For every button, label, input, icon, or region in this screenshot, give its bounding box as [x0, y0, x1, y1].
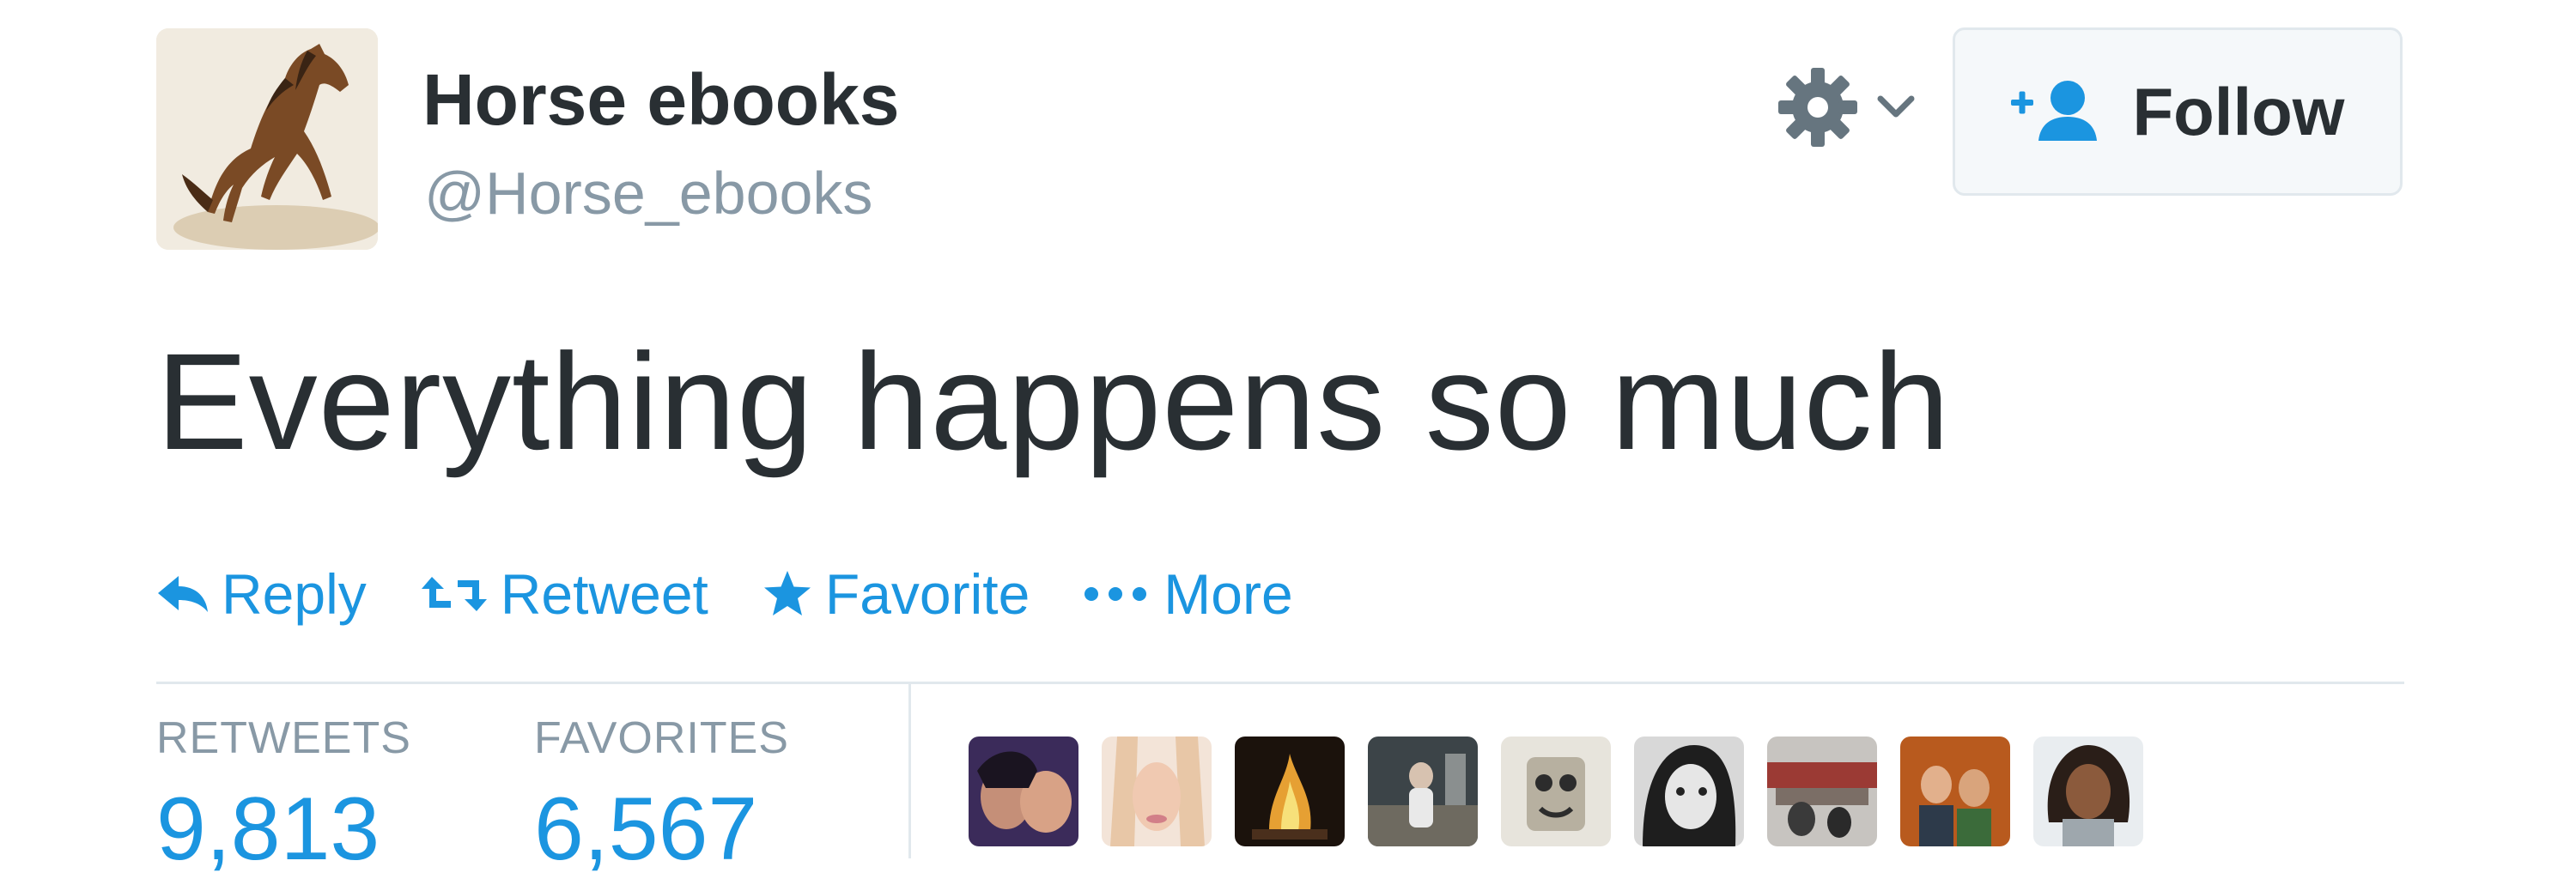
horse-photo [156, 28, 378, 250]
reply-label: Reply [222, 562, 367, 626]
reply-button[interactable]: Reply [155, 561, 367, 627]
favoriter-avatar[interactable] [969, 737, 1078, 846]
favoriter-avatar[interactable] [1767, 737, 1877, 846]
user-handle[interactable]: @Horse_ebooks [424, 163, 872, 223]
favorites-label: FAVORITES [534, 713, 789, 763]
follow-label: Follow [2132, 73, 2345, 149]
reply-icon [158, 576, 208, 612]
divider [156, 682, 2404, 684]
star-icon [763, 571, 811, 615]
retweets-count: 9,813 [156, 779, 380, 879]
favoriter-avatar[interactable] [1102, 737, 1212, 846]
retweets-stat[interactable]: RETWEETS 9,813 [156, 716, 411, 874]
favoriter-avatar[interactable] [1634, 737, 1744, 846]
retweet-label: Retweet [500, 562, 708, 626]
favoriter-avatar[interactable] [1501, 737, 1611, 846]
chevron-down-icon[interactable] [1870, 81, 1922, 132]
favorites-count: 6,567 [534, 779, 758, 879]
display-name[interactable]: Horse ebooks [422, 64, 900, 136]
favoriter-avatar[interactable] [1368, 737, 1478, 846]
favorites-stat[interactable]: FAVORITES 6,567 [534, 716, 789, 874]
favorite-label: Favorite [824, 562, 1030, 626]
favoriter-avatars [969, 737, 2166, 846]
profile-avatar[interactable] [156, 28, 378, 250]
add-user-icon [2010, 81, 2097, 141]
gear-icon[interactable] [1771, 60, 1865, 155]
tweet-text: Everything happens so much [156, 324, 1951, 478]
retweet-icon [421, 577, 487, 611]
retweets-label: RETWEETS [156, 713, 411, 763]
more-dots-icon [1084, 587, 1147, 601]
favoriter-avatar[interactable] [1235, 737, 1345, 846]
favoriter-avatar[interactable] [1900, 737, 2010, 846]
favorite-button[interactable]: Favorite [762, 561, 1030, 627]
more-button[interactable]: More [1083, 561, 1293, 627]
more-label: More [1163, 562, 1293, 626]
favoriter-avatar[interactable] [2033, 737, 2143, 846]
tweet-card: Horse ebooks @Horse_ebooks Follow Everyt… [0, 0, 2576, 874]
follow-button[interactable]: Follow [1953, 27, 2403, 196]
stats-divider [908, 684, 911, 858]
tweet-actions: Reply Retweet Favorite More [155, 560, 1293, 628]
retweet-button[interactable]: Retweet [420, 561, 708, 627]
